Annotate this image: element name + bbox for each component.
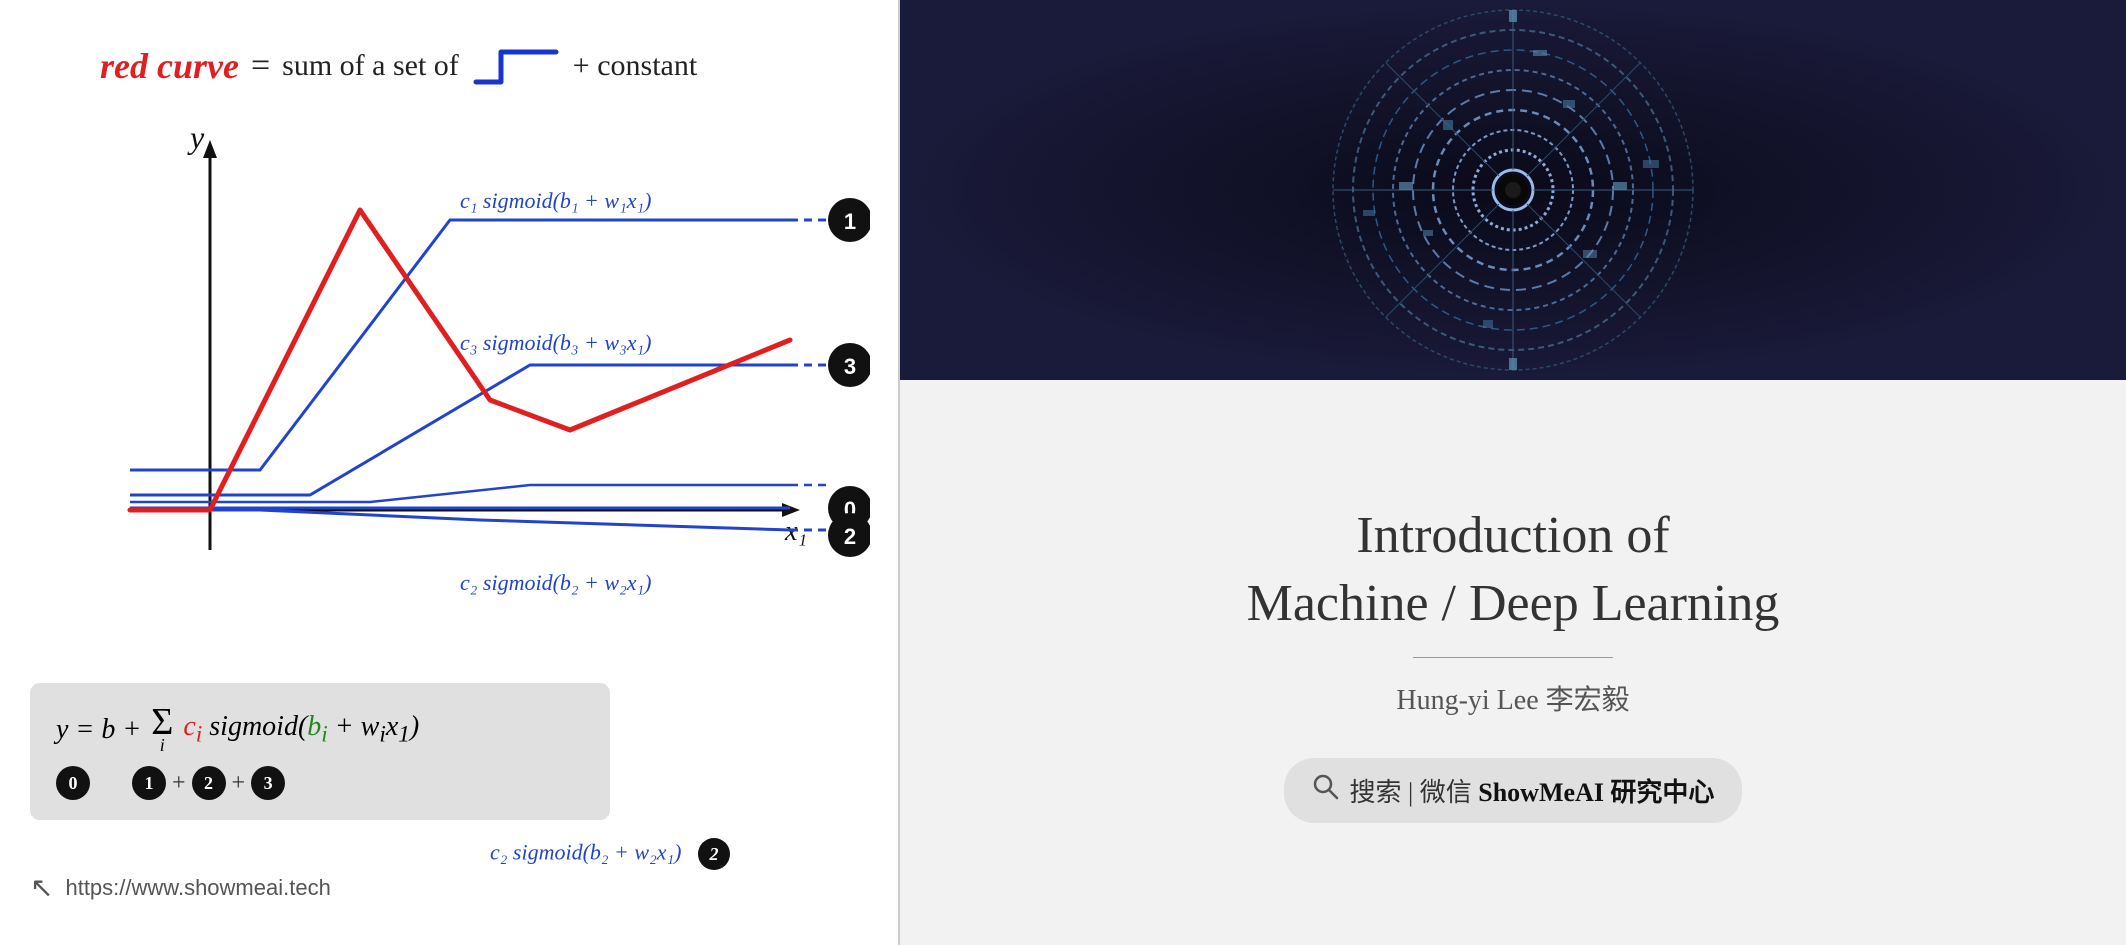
plus-constant-text: + constant <box>573 49 697 83</box>
intro-title: Introduction of Machine / Deep Learning <box>1247 502 1780 637</box>
right-panel: Introduction of Machine / Deep Learning … <box>900 0 2126 945</box>
search-bar[interactable]: 搜索 | 微信 ShowMeAI 研究中心 <box>1284 758 1743 823</box>
svg-text:2: 2 <box>844 524 856 549</box>
intro-author: Hung-yi Lee 李宏毅 <box>1396 678 1629 718</box>
left-panel: red curve = sum of a set of + constant y… <box>0 0 900 945</box>
formula-y-equals: y = b + <box>56 714 141 746</box>
badge-2-formula: 2 <box>192 766 226 800</box>
tech-image-svg <box>900 0 2126 380</box>
formula-box: y = b + Σ i ci sigmoid(bi + wix1) 0 1 + … <box>30 683 610 820</box>
tech-image <box>900 0 2126 380</box>
badge-0-formula: 0 <box>56 766 90 800</box>
search-text: 搜索 | 微信 ShowMeAI 研究中心 <box>1350 772 1715 809</box>
intro-divider <box>1413 657 1613 658</box>
badge-2-annotation: 2 <box>698 838 730 870</box>
url-text: https://www.showmeai.tech <box>65 875 330 901</box>
badge-1-formula: 1 <box>132 766 166 800</box>
cursor-icon: ↖ <box>30 871 53 905</box>
badge-3-formula: 3 <box>251 766 285 800</box>
sum-symbol: Σ i <box>151 703 173 756</box>
search-icon <box>1312 773 1340 808</box>
svg-text:c₂ sigmoid(b₂ + w₂x₁): c₂ sigmoid(b₂ + w₂x₁) <box>460 570 651 595</box>
svg-text:c₁ sigmoid(b₁ + w₁x₁): c₁ sigmoid(b₁ + w₁x₁) <box>460 188 651 213</box>
top-formula: red curve = sum of a set of + constant <box>100 40 697 92</box>
red-curve-label: red curve <box>100 45 239 87</box>
plus-2: + <box>232 770 246 797</box>
step-function-icon <box>471 40 561 92</box>
right-text-area: Introduction of Machine / Deep Learning … <box>900 380 2126 945</box>
url-area: ↖ https://www.showmeai.tech <box>30 871 331 905</box>
c2-sigmoid-annotation: c₂ sigmoid(b₂ + w₂x₁) 2 <box>490 838 730 870</box>
svg-text:3: 3 <box>844 354 856 379</box>
formula-box-badges: 0 1 + 2 + 3 <box>56 766 584 800</box>
svg-text:y: y <box>187 120 205 155</box>
ci-formula: ci sigmoid(bi + wix1) <box>183 711 419 749</box>
sum-text: sum of a set of <box>282 49 459 83</box>
plus-1: + <box>172 770 186 797</box>
svg-text:1: 1 <box>844 209 856 234</box>
formula-box-content: y = b + Σ i ci sigmoid(bi + wix1) <box>56 703 584 756</box>
chart-area: y x₁ 1 <box>30 120 870 680</box>
equals-sign: = <box>251 47 270 85</box>
svg-text:c₃ sigmoid(b₃ + w₃x₁): c₃ sigmoid(b₃ + w₃x₁) <box>460 330 651 355</box>
main-chart-svg: y x₁ 1 <box>30 120 870 680</box>
